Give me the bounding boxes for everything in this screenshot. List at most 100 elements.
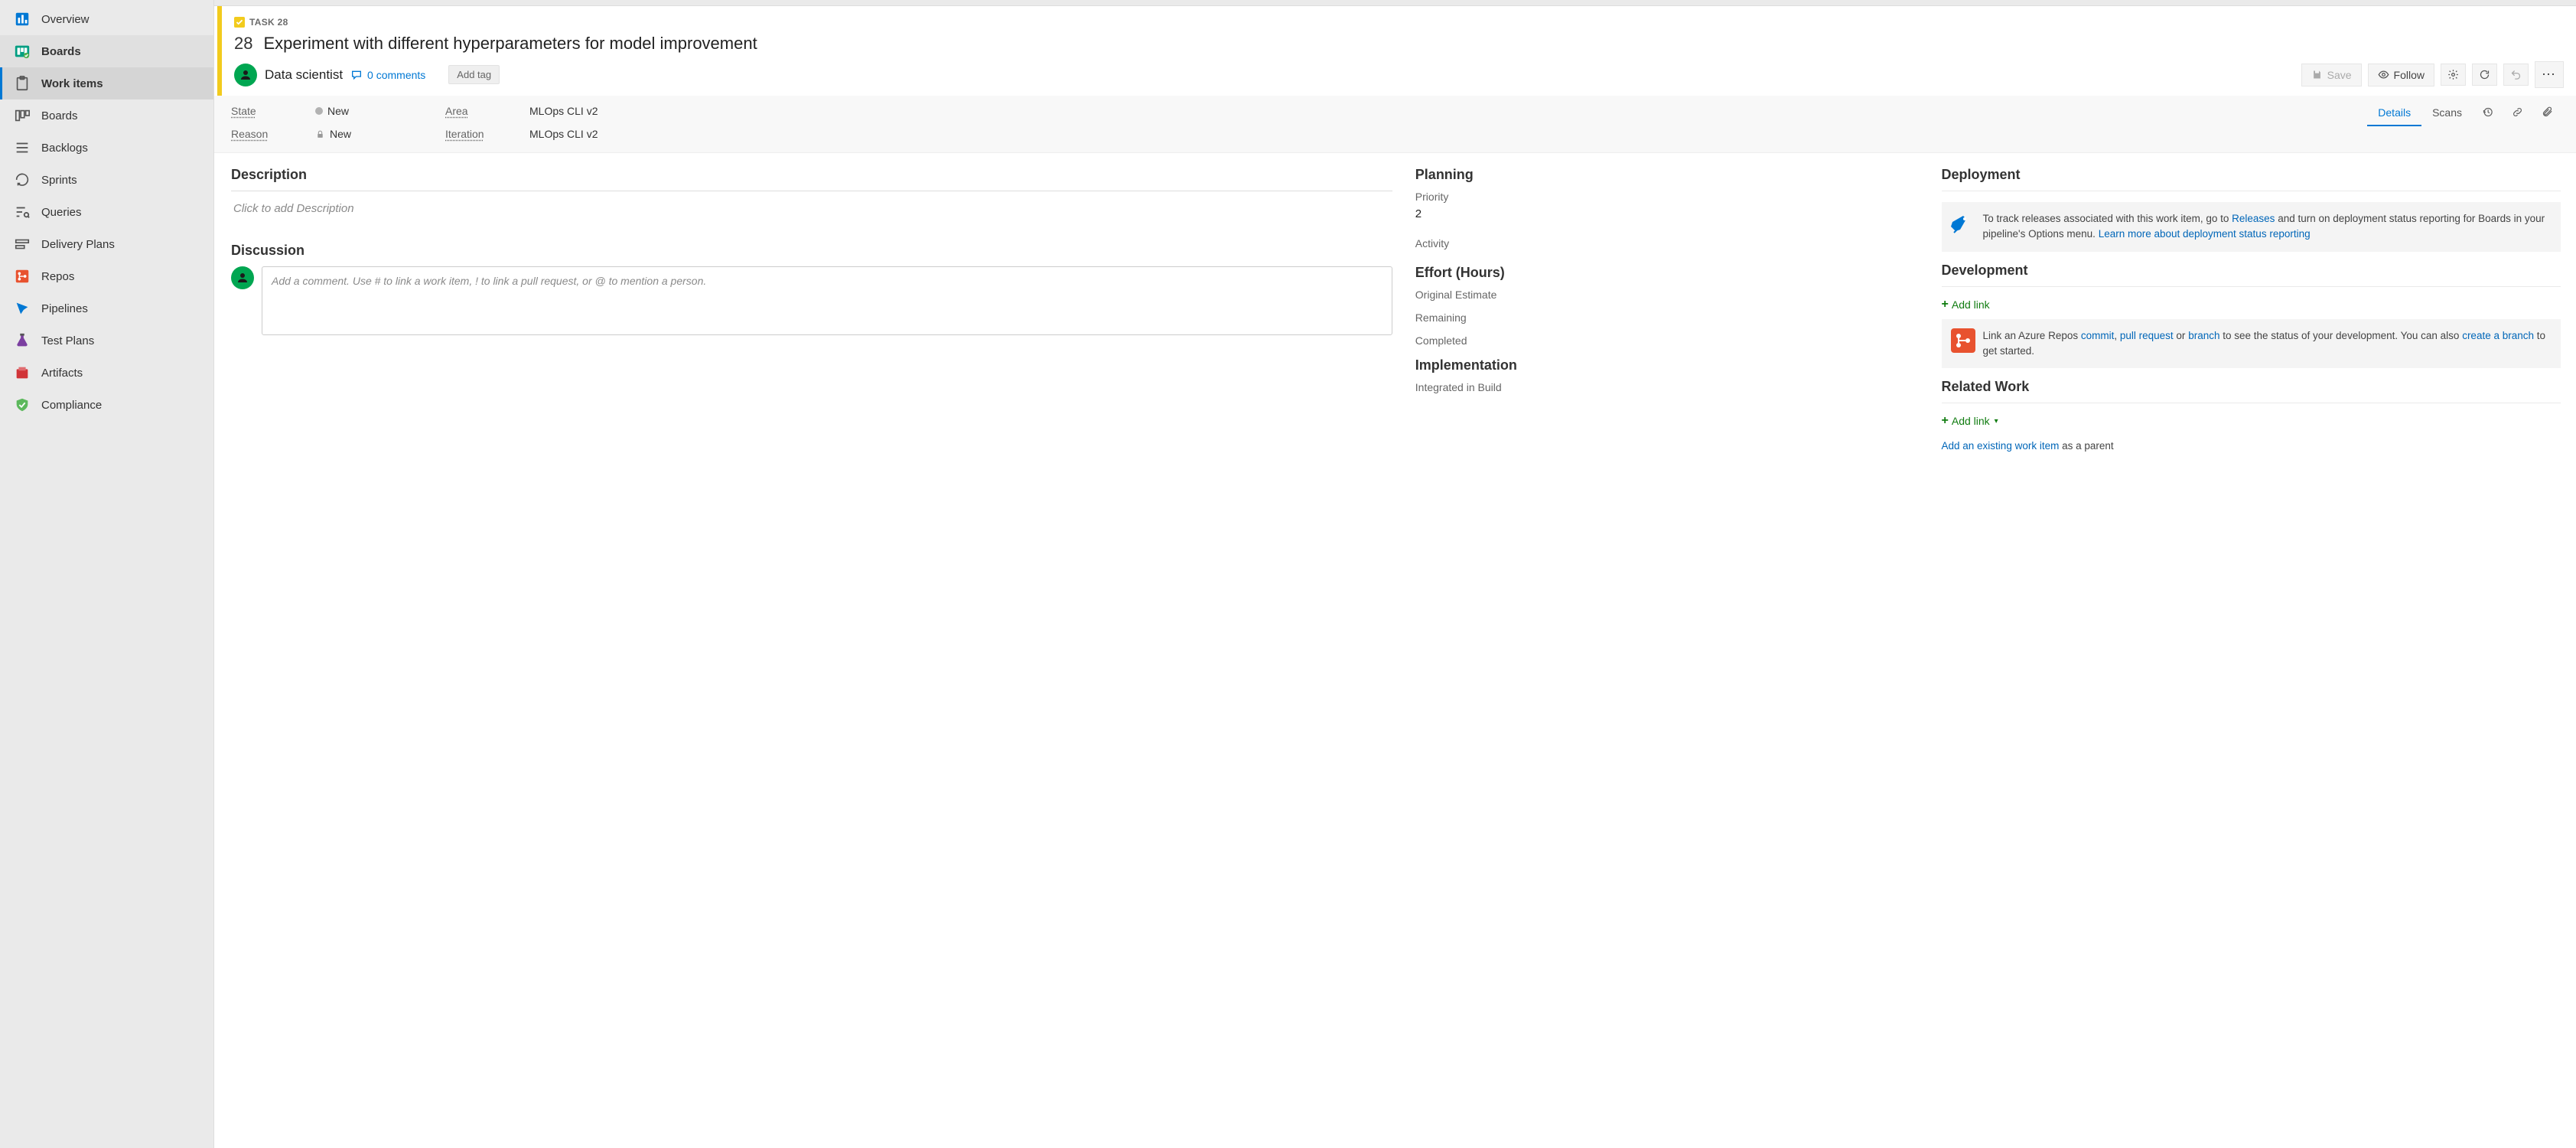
sidebar-label: Artifacts: [41, 367, 83, 380]
sidebar-item-delivery-plans[interactable]: Delivery Plans: [0, 228, 213, 260]
sidebar-label: Test Plans: [41, 334, 94, 347]
completed-field[interactable]: Completed: [1415, 334, 1919, 347]
description-input[interactable]: Click to add Description: [231, 191, 1392, 226]
area-label: Area: [445, 105, 506, 117]
save-button[interactable]: Save: [2301, 64, 2362, 86]
integrated-build-label: Integrated in Build: [1415, 381, 1919, 393]
comment-input[interactable]: Add a comment. Use # to link a work item…: [262, 266, 1392, 335]
sidebar-item-sprints[interactable]: Sprints: [0, 164, 213, 196]
plus-icon: +: [1942, 414, 1949, 428]
description-title: Description: [231, 167, 1392, 183]
priority-label: Priority: [1415, 191, 1919, 203]
parent-link-row: Add an existing work item as a parent: [1942, 440, 2561, 452]
development-title: Development: [1942, 263, 2561, 279]
deployment-title: Deployment: [1942, 167, 2561, 183]
state-value[interactable]: New: [315, 105, 422, 117]
rocket-icon: [1951, 211, 1975, 243]
sidebar-item-work-items[interactable]: Work items: [0, 67, 213, 99]
create-branch-link[interactable]: create a branch: [2462, 330, 2534, 341]
deployment-info: To track releases associated with this w…: [1942, 202, 2561, 252]
sidebar-label: Work items: [41, 77, 103, 90]
attachments-icon[interactable]: [2532, 100, 2562, 126]
boards-sub-icon: [14, 107, 31, 124]
sidebar-item-boards-group[interactable]: Boards: [0, 35, 213, 67]
avatar[interactable]: [234, 64, 257, 86]
integrated-build-field[interactable]: Integrated in Build: [1415, 381, 1919, 393]
sidebar-label: Boards: [41, 45, 81, 58]
add-link-related[interactable]: +Add link▾: [1942, 414, 1998, 428]
sidebar-item-pipelines[interactable]: Pipelines: [0, 292, 213, 325]
comments-count: 0 comments: [367, 69, 425, 81]
follow-button[interactable]: Follow: [2368, 64, 2434, 86]
discussion-title: Discussion: [231, 243, 1392, 259]
sidebar-label: Delivery Plans: [41, 238, 115, 251]
chevron-down-icon: ▾: [1995, 417, 1998, 426]
settings-button[interactable]: [2441, 64, 2466, 86]
sidebar-item-repos[interactable]: Repos: [0, 260, 213, 292]
state-label: State: [231, 105, 292, 117]
pr-link[interactable]: pull request: [2120, 330, 2174, 341]
sidebar-label: Boards: [41, 109, 78, 122]
completed-label: Completed: [1415, 334, 1919, 347]
work-item-id: 28: [234, 34, 252, 54]
branch-link[interactable]: branch: [2188, 330, 2219, 341]
refresh-button[interactable]: [2472, 64, 2497, 86]
sprints-icon: [14, 171, 31, 188]
task-badge-text: TASK 28: [249, 17, 288, 28]
effort-title: Effort (Hours): [1415, 265, 1919, 281]
undo-button[interactable]: [2503, 64, 2529, 86]
sidebar-label: Overview: [41, 13, 90, 26]
add-tag-button[interactable]: Add tag: [448, 65, 500, 84]
boards-icon: [14, 43, 31, 60]
tab-details[interactable]: Details: [2367, 100, 2421, 126]
sidebar-item-boards-sub[interactable]: Boards: [0, 99, 213, 132]
sidebar-item-queries[interactable]: Queries: [0, 196, 213, 228]
sidebar-label: Backlogs: [41, 142, 88, 155]
more-actions-button[interactable]: ⋯: [2535, 61, 2564, 88]
sidebar-label: Sprints: [41, 174, 77, 187]
content: TASK 28 28 Experiment with different hyp…: [214, 6, 2576, 1148]
sidebar-item-artifacts[interactable]: Artifacts: [0, 357, 213, 389]
priority-field[interactable]: Priority 2: [1415, 191, 1919, 222]
body-columns: Description Click to add Description Dis…: [214, 153, 2576, 1148]
history-icon[interactable]: [2473, 100, 2503, 126]
remaining-field[interactable]: Remaining: [1415, 311, 1919, 324]
activity-field[interactable]: Activity: [1415, 237, 1919, 249]
save-label: Save: [2327, 69, 2352, 81]
implementation-title: Implementation: [1415, 357, 1919, 373]
sidebar-item-test-plans[interactable]: Test Plans: [0, 325, 213, 357]
area-value[interactable]: MLOps CLI v2: [529, 105, 698, 117]
sidebar-label: Queries: [41, 206, 82, 219]
commit-link[interactable]: commit: [2081, 330, 2115, 341]
priority-value: 2: [1415, 206, 1919, 222]
original-estimate-field[interactable]: Original Estimate: [1415, 289, 1919, 301]
state-dot-icon: [315, 107, 323, 115]
reason-value[interactable]: New: [315, 128, 422, 140]
test-plans-icon: [14, 332, 31, 349]
iteration-value[interactable]: MLOps CLI v2: [529, 128, 698, 140]
discussion-section: Discussion Add a comment. Use # to link …: [231, 243, 1392, 335]
queries-icon: [14, 204, 31, 220]
tab-scans[interactable]: Scans: [2421, 100, 2473, 126]
col-planning: Planning Priority 2 Activity Effort (Hou…: [1415, 167, 1919, 1133]
related-work-title: Related Work: [1942, 379, 2561, 395]
planning-title: Planning: [1415, 167, 1919, 183]
comments-link[interactable]: 0 comments: [350, 69, 425, 81]
sidebar-item-compliance[interactable]: Compliance: [0, 389, 213, 421]
lock-icon: [315, 129, 325, 139]
releases-link[interactable]: Releases: [2232, 213, 2275, 224]
sidebar-item-backlogs[interactable]: Backlogs: [0, 132, 213, 164]
work-item-title[interactable]: Experiment with different hyperparameter…: [263, 34, 757, 54]
add-link-dev[interactable]: +Add link: [1942, 298, 1990, 311]
learn-more-link[interactable]: Learn more about deployment status repor…: [2099, 228, 2311, 240]
sidebar-item-overview[interactable]: Overview: [0, 3, 213, 35]
fields-row: State New Area MLOps CLI v2 Reason New I…: [214, 96, 2576, 153]
links-icon[interactable]: [2503, 100, 2532, 126]
follow-label: Follow: [2394, 69, 2425, 81]
assignee-name[interactable]: Data scientist: [265, 67, 343, 83]
sidebar: Overview Boards Work items Boards Backlo…: [0, 0, 214, 1148]
add-existing-link[interactable]: Add an existing work item: [1942, 440, 2060, 452]
compliance-icon: [14, 396, 31, 413]
separator: [1942, 286, 2561, 287]
meta-row: Data scientist 0 comments Add tag Save F…: [234, 61, 2564, 88]
